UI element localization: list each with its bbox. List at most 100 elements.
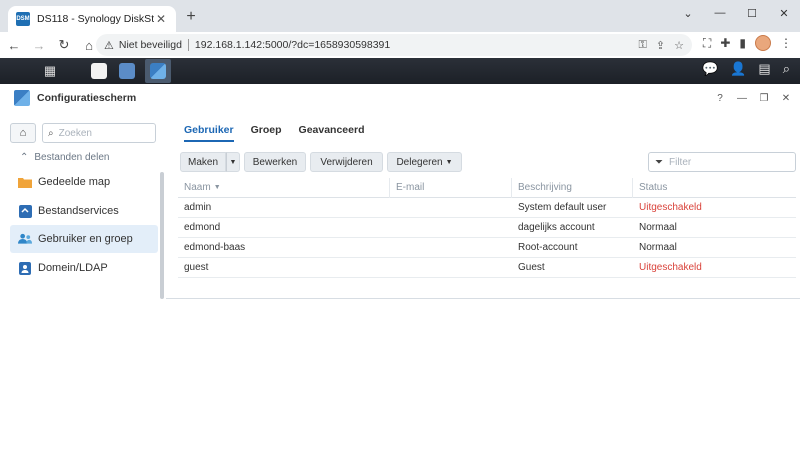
sort-down-icon: ▼ [213,184,221,191]
file-services-icon [18,204,32,218]
table-row[interactable]: guest Guest Uitgeschakeld [178,258,796,278]
sidebar: ⌂ ⌕ ⌃ Bestanden delen Gedeelde map Besta… [0,112,166,299]
maximize-icon[interactable]: ☐ [736,0,768,26]
sidebar-item-label: Gedeelde map [38,176,111,188]
column-header-name[interactable]: Naam ▼ [178,177,390,198]
cell-name: admin [184,202,212,213]
address-bar[interactable]: ⚠ Niet beveiligd 192.168.1.142:5000/?dc=… [96,34,692,56]
browser-tab[interactable]: DSM DS118 - Synology DiskStation ✕ [8,6,176,32]
cell-status: Uitgeschakeld [639,202,702,213]
main-menu-icon[interactable]: ▦ [40,61,60,81]
storage-icon [119,63,135,79]
create-button[interactable]: Maken [180,152,226,172]
home-button[interactable]: ⌂ [10,123,36,143]
sidebar-item-shared-folder[interactable]: Gedeelde map [10,168,158,196]
domain-icon [18,261,32,275]
profile-avatar[interactable] [755,35,771,51]
user-icon[interactable]: 👤 [730,61,746,77]
tab-title: DS118 - Synology DiskStation [37,13,154,25]
sidebar-item-label: Domein/LDAP [38,262,108,274]
tab-group[interactable]: Groep [251,124,282,142]
delegate-button[interactable]: Delegeren ▼ [387,152,462,172]
screenshot-icon[interactable]: ⛶ [703,36,711,51]
star-icon[interactable]: ☆ [674,39,684,52]
tab-user[interactable]: Gebruiker [184,124,234,142]
url-text[interactable]: 192.168.1.142:5000/?dc=1658930598391 [195,39,639,51]
cell-name: guest [184,262,209,273]
storage-manager-app[interactable] [114,59,140,83]
sidepanel-icon[interactable]: ▮ [739,36,746,50]
cell-status: Normaal [639,222,677,233]
new-tab-plus-icon[interactable]: + [183,9,199,25]
table-row[interactable]: edmond dagelijks account Normaal [178,218,796,238]
filter-input[interactable] [669,156,779,168]
search-icon: ⌕ [48,127,54,139]
close-icon[interactable]: ✕ [154,12,168,26]
browser-tabstrip: DSM DS118 - Synology DiskStation ✕ + ⌄ —… [0,0,800,32]
window-title: Configuratiescherm [37,92,137,104]
key-icon[interactable]: ⚿ [639,39,647,52]
chat-icon[interactable]: 💬 [702,61,718,77]
chevron-down-icon[interactable]: ⌄ [672,0,704,26]
more-menu-icon[interactable]: ⋮ [780,36,792,50]
minimize-icon[interactable]: — [704,0,736,26]
filter-box[interactable]: ⏷ [648,152,796,172]
control-panel-icon [150,63,166,79]
reload-icon[interactable]: ↻ [53,34,75,56]
control-panel-window: Configuratiescherm ? — ❐ ✕ ⌂ ⌕ ⌃ Bestand… [0,84,800,299]
create-dropdown-icon[interactable]: ▼ [226,152,240,172]
chevron-up-icon: ⌃ [20,152,29,163]
edit-button[interactable]: Bewerken [244,152,306,172]
users-icon [18,232,32,246]
delegate-label: Delegeren [396,156,443,168]
close-icon[interactable]: ✕ [778,90,794,106]
table-row[interactable]: admin System default user Uitgeschakeld [178,198,796,218]
close-window-icon[interactable]: ✕ [768,0,800,26]
sidebar-item-user-group[interactable]: Gebruiker en groep [10,225,158,253]
cell-name: edmond-baas [184,242,246,253]
sidebar-item-label: Gebruiker en groep [38,233,133,245]
package-center-app[interactable] [86,59,112,83]
control-panel-app[interactable] [145,59,171,83]
search-icon[interactable]: ⌕ [783,61,790,77]
sidebar-search[interactable]: ⌕ [42,123,156,143]
insecure-label[interactable]: Niet beveiligd [119,39,182,51]
column-header-description[interactable]: Beschrijving [512,177,633,198]
tab-bar: Gebruiker Groep Geavanceerd [184,124,365,142]
widgets-icon[interactable]: ▤ [758,61,770,77]
window-header: Configuratiescherm ? — ❐ ✕ [0,84,800,112]
browser-toolbar: ← → ↻ ⌂ ⚠ Niet beveiligd 192.168.1.142:5… [0,32,800,58]
help-icon[interactable]: ? [712,90,728,106]
sidebar-item-file-services[interactable]: Bestandservices [10,197,158,225]
warning-icon[interactable]: ⚠ [104,39,114,52]
dsm-taskbar: ▦ 💬 👤 ▤ ⌕ [0,58,800,84]
share-icon[interactable]: ⇪ [656,39,665,52]
cell-status: Normaal [639,242,677,253]
column-header-email[interactable]: E-mail [390,177,512,198]
forward-arrow-icon[interactable]: → [28,34,50,56]
home-icon: ⌂ [19,127,27,139]
cell-status: Uitgeschakeld [639,262,702,273]
cell-description: Root-account [518,242,578,253]
sidebar-item-domain-ldap[interactable]: Domein/LDAP [10,254,158,282]
dsm-favicon-icon: DSM [16,12,30,26]
minimize-icon[interactable]: — [734,90,750,106]
folder-icon [18,175,32,189]
group-header-file-sharing[interactable]: ⌃ Bestanden delen [20,152,109,163]
main-panel: Gebruiker Groep Geavanceerd Maken ▼ Bewe… [166,112,800,299]
package-icon [91,63,107,79]
window-controls: ⌄ — ☐ ✕ [672,0,800,28]
column-header-status[interactable]: Status [633,178,796,198]
back-arrow-icon[interactable]: ← [3,34,25,56]
delete-button[interactable]: Verwijderen [310,152,383,172]
tab-advanced[interactable]: Geavanceerd [299,124,365,142]
sidebar-scrollbar[interactable] [160,172,164,299]
restore-icon[interactable]: ❐ [756,90,772,106]
table-row[interactable]: edmond-baas Root-account Normaal [178,238,796,258]
search-input[interactable] [58,127,139,139]
puzzle-icon[interactable]: ✚ [720,36,730,50]
filter-icon: ⏷ [655,156,663,168]
cell-name: edmond [184,222,221,233]
cell-description: Guest [518,262,545,273]
window-buttons: ? — ❐ ✕ [712,90,794,106]
